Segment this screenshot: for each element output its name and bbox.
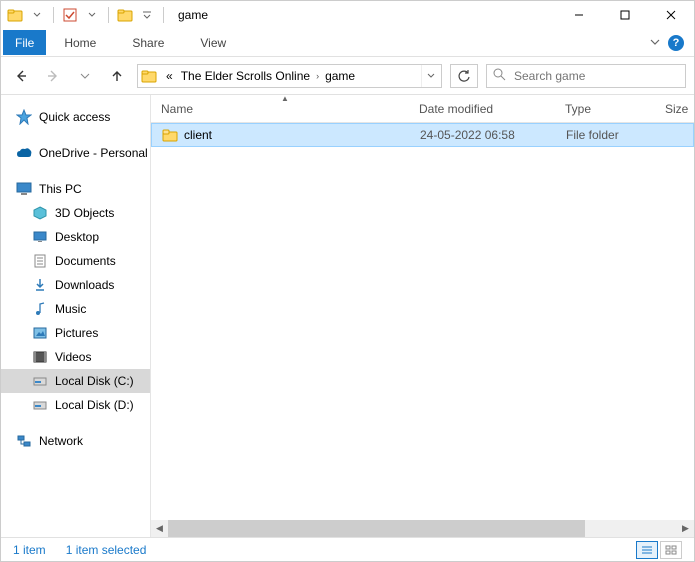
tree-pictures[interactable]: Pictures — [1, 321, 150, 345]
tree-label: Downloads — [55, 278, 114, 292]
column-name[interactable]: Name — [161, 102, 419, 116]
scroll-track[interactable] — [168, 520, 677, 537]
ribbon-tabs: File Home Share View ? — [1, 29, 694, 57]
quick-access[interactable]: Quick access — [1, 105, 150, 129]
details-view-button[interactable] — [636, 541, 658, 559]
tree-label: Local Disk (D:) — [55, 398, 134, 412]
divider — [53, 7, 54, 23]
cloud-icon — [15, 144, 33, 162]
minimize-button[interactable] — [556, 1, 602, 29]
tab-home[interactable]: Home — [46, 30, 114, 55]
folder-icon — [115, 5, 135, 25]
tree-label: 3D Objects — [55, 206, 114, 220]
tree-local-disk-c[interactable]: Local Disk (C:) — [1, 369, 150, 393]
tree-label: Documents — [55, 254, 116, 268]
search-box[interactable] — [486, 64, 686, 88]
3d-icon — [31, 204, 49, 222]
divider — [163, 7, 164, 23]
navigation-pane: Quick access OneDrive - Personal This PC… — [1, 95, 151, 537]
tree-local-disk-d[interactable]: Local Disk (D:) — [1, 393, 150, 417]
breadcrumb-truncated[interactable]: « — [162, 65, 177, 87]
tree-label: This PC — [39, 182, 82, 196]
back-button[interactable] — [9, 64, 33, 88]
column-type[interactable]: Type — [565, 102, 665, 116]
tree-label: Videos — [55, 350, 91, 364]
music-icon — [31, 300, 49, 318]
address-bar[interactable]: « The Elder Scrolls Online › game — [137, 64, 442, 88]
folder-icon — [140, 67, 158, 85]
tree-music[interactable]: Music — [1, 297, 150, 321]
window-title: game — [178, 8, 208, 22]
tree-desktop[interactable]: Desktop — [1, 225, 150, 249]
address-row: « The Elder Scrolls Online › game — [1, 57, 694, 95]
forward-button[interactable] — [41, 64, 65, 88]
title-bar: game — [1, 1, 694, 29]
recent-dropdown-icon[interactable] — [73, 64, 97, 88]
column-date[interactable]: Date modified — [419, 102, 565, 116]
pc-icon — [15, 180, 33, 198]
ribbon-expand-icon[interactable] — [650, 36, 660, 50]
column-size[interactable]: Size — [665, 102, 694, 116]
star-icon — [15, 108, 33, 126]
disk-icon — [31, 396, 49, 414]
chevron-right-icon[interactable]: › — [314, 71, 321, 81]
tree-downloads[interactable]: Downloads — [1, 273, 150, 297]
folder-icon — [5, 5, 25, 25]
tree-label: Local Disk (C:) — [55, 374, 134, 388]
horizontal-scrollbar[interactable]: ◀ ▶ — [151, 520, 694, 537]
video-icon — [31, 348, 49, 366]
file-row[interactable]: client 24-05-2022 06:58 File folder — [151, 123, 694, 147]
tree-label: Desktop — [55, 230, 99, 244]
item-count: 1 item — [13, 543, 46, 557]
divider — [108, 7, 109, 23]
icons-view-button[interactable] — [660, 541, 682, 559]
file-type: File folder — [566, 128, 666, 142]
tree-videos[interactable]: Videos — [1, 345, 150, 369]
tree-label: Pictures — [55, 326, 98, 340]
status-bar: 1 item 1 item selected — [1, 537, 694, 561]
scroll-right-icon[interactable]: ▶ — [677, 520, 694, 537]
download-icon — [31, 276, 49, 294]
onedrive[interactable]: OneDrive - Personal — [1, 141, 150, 165]
search-input[interactable] — [512, 68, 679, 84]
file-tab[interactable]: File — [3, 30, 46, 55]
search-icon — [493, 68, 506, 84]
picture-icon — [31, 324, 49, 342]
tab-share[interactable]: Share — [114, 30, 182, 55]
network-icon — [15, 432, 33, 450]
tree-label: Network — [39, 434, 83, 448]
selected-count: 1 item selected — [66, 543, 147, 557]
tree-label: OneDrive - Personal — [39, 146, 148, 160]
chevron-down-icon[interactable] — [82, 5, 102, 25]
tree-label: Music — [55, 302, 86, 316]
tree-documents[interactable]: Documents — [1, 249, 150, 273]
column-headers: ▲ Name Date modified Type Size — [151, 95, 694, 123]
tree-3d-objects[interactable]: 3D Objects — [1, 201, 150, 225]
file-name: client — [184, 128, 212, 142]
tree-network[interactable]: Network — [1, 429, 150, 453]
address-dropdown-icon[interactable] — [421, 65, 439, 87]
document-icon — [31, 252, 49, 270]
scroll-thumb[interactable] — [168, 520, 585, 537]
refresh-button[interactable] — [450, 64, 478, 88]
scroll-left-icon[interactable]: ◀ — [151, 520, 168, 537]
maximize-button[interactable] — [602, 1, 648, 29]
chevron-down-icon[interactable] — [27, 5, 47, 25]
breadcrumb[interactable]: game — [321, 65, 359, 87]
properties-icon[interactable] — [60, 5, 80, 25]
file-date: 24-05-2022 06:58 — [420, 128, 566, 142]
sort-indicator-icon: ▲ — [281, 95, 289, 103]
close-button[interactable] — [648, 1, 694, 29]
disk-icon — [31, 372, 49, 390]
tree-label: Quick access — [39, 110, 110, 124]
tab-view[interactable]: View — [182, 30, 244, 55]
desktop-icon — [31, 228, 49, 246]
up-button[interactable] — [105, 64, 129, 88]
help-icon[interactable]: ? — [668, 35, 684, 51]
qat-dropdown-icon[interactable] — [137, 5, 157, 25]
folder-icon — [162, 128, 178, 142]
breadcrumb[interactable]: The Elder Scrolls Online — [177, 65, 314, 87]
this-pc[interactable]: This PC — [1, 177, 150, 201]
